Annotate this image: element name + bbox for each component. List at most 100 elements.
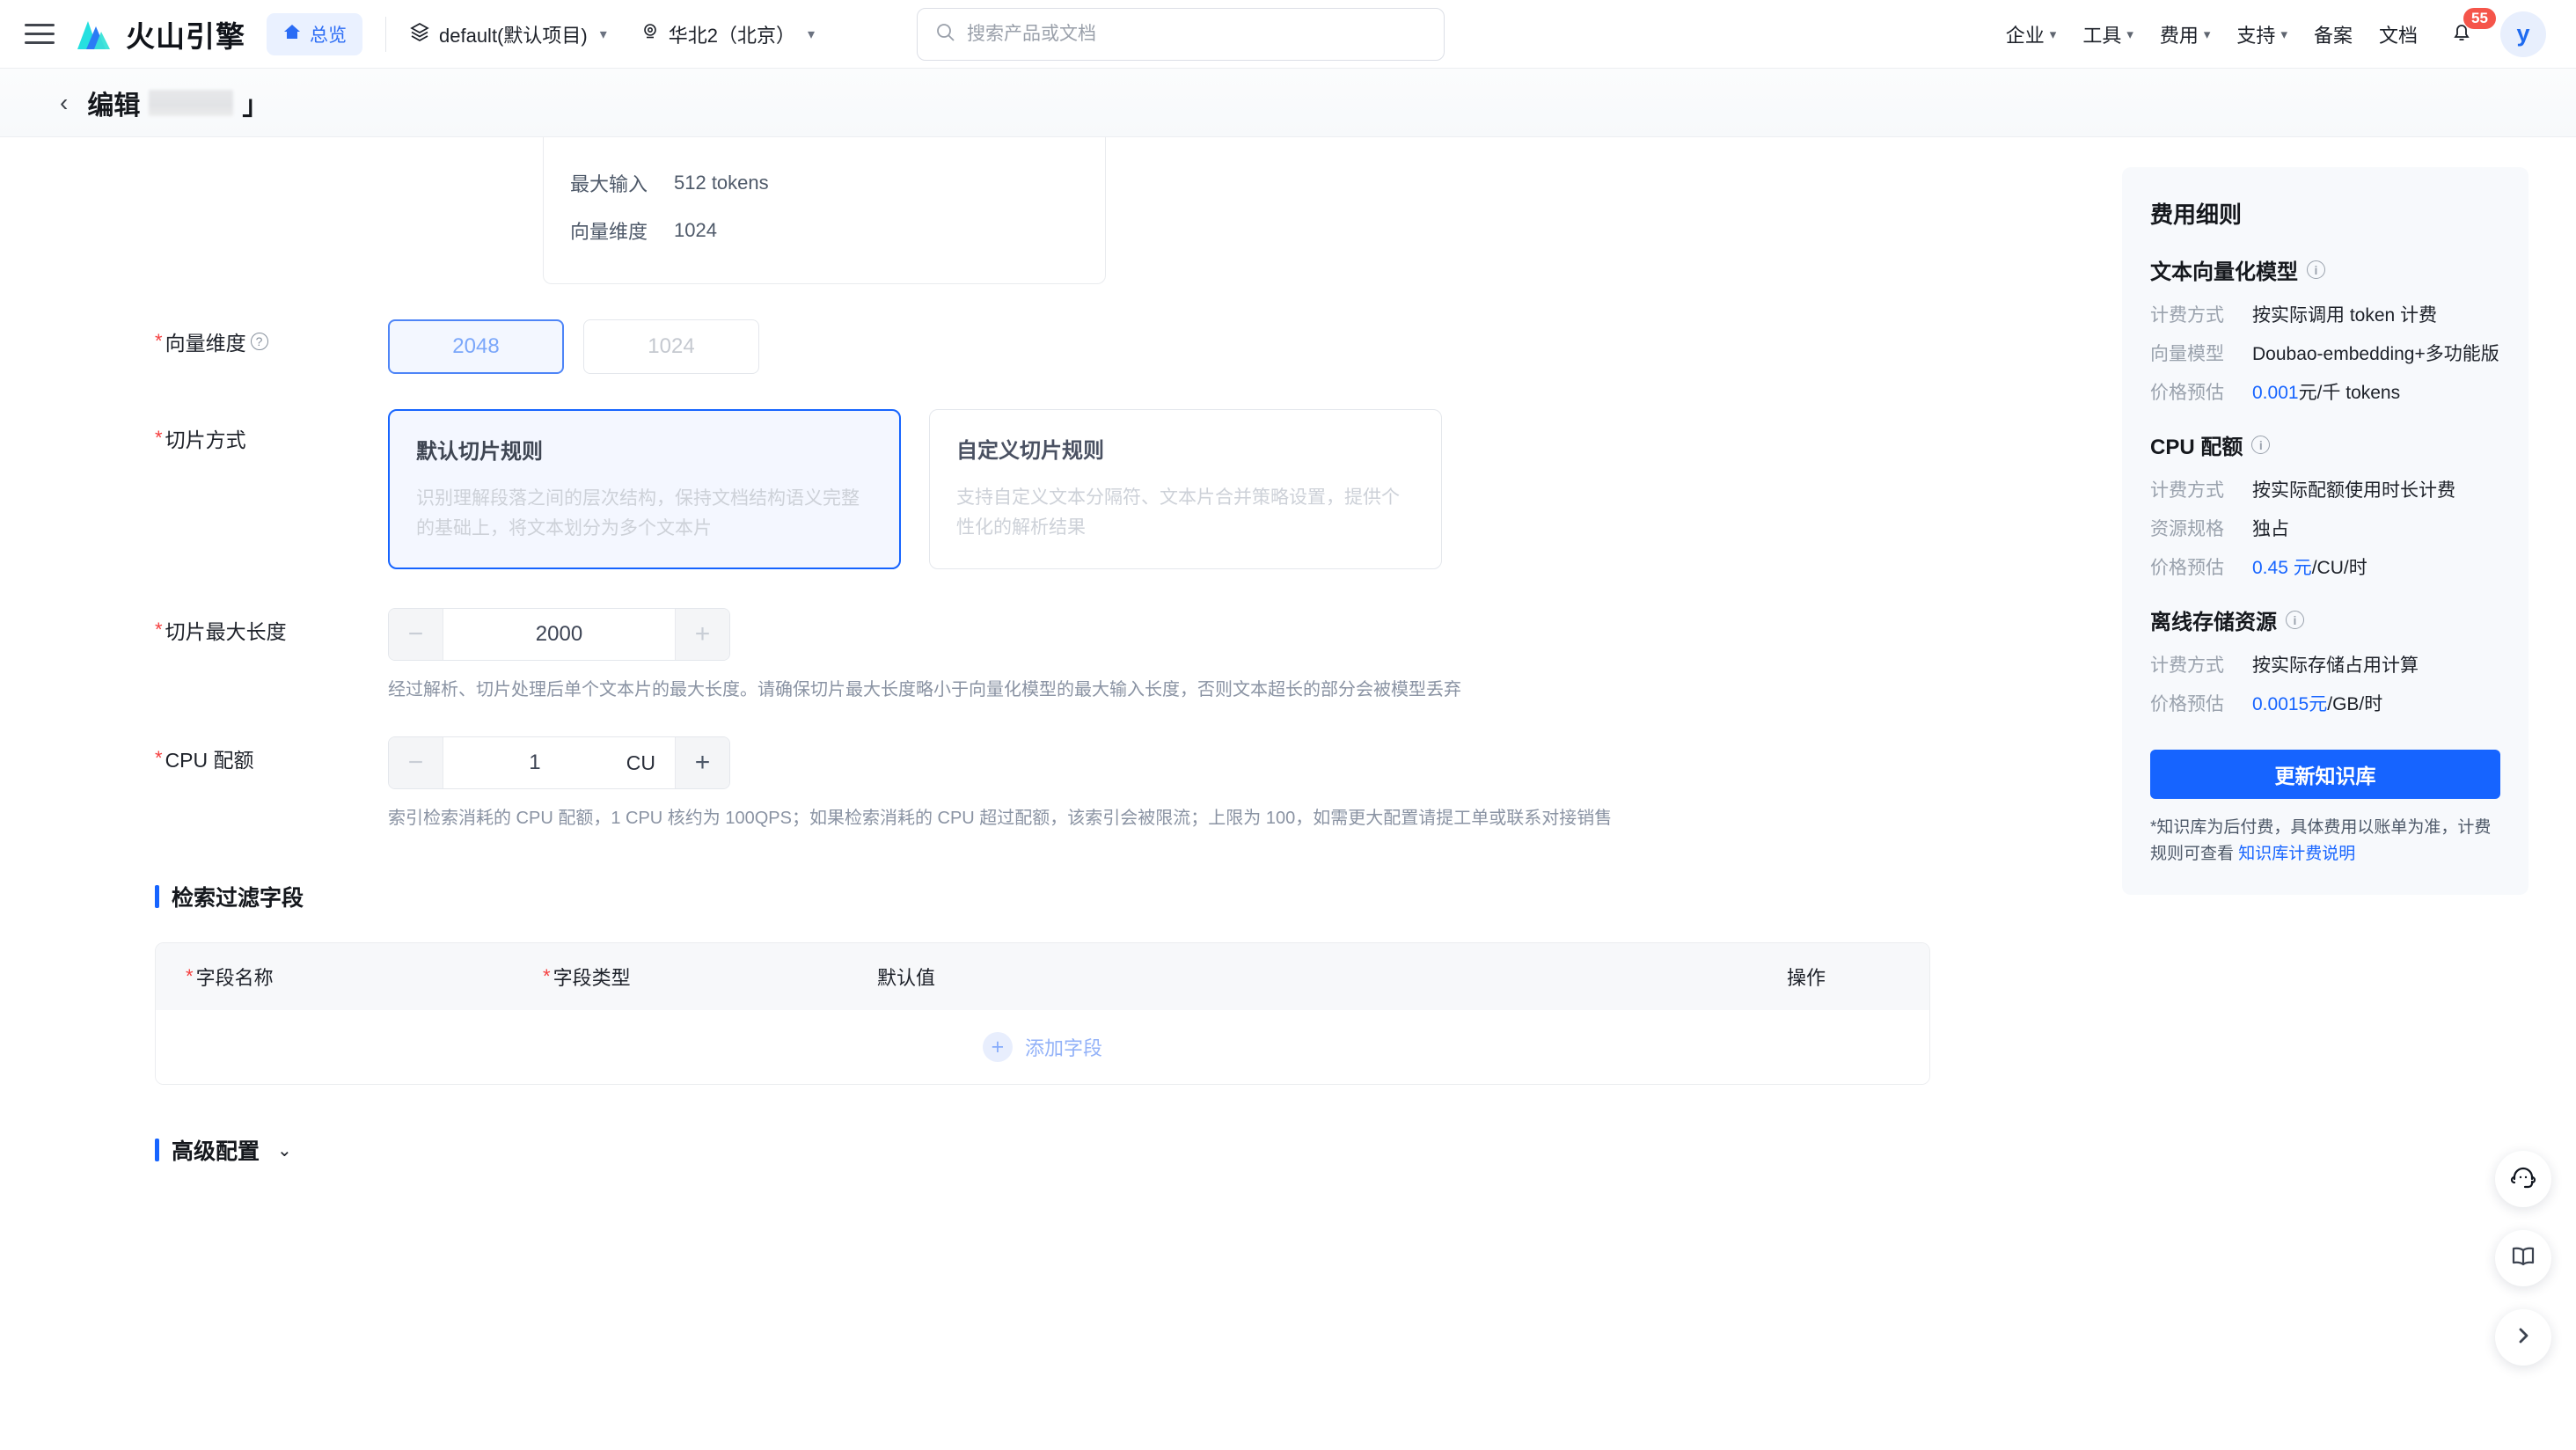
pricing-row: 计费方式 按实际存储占用计算 [2150,651,2500,677]
pricing-footnote: *知识库为后付费，具体费用以账单为准，计费规则可查看 知识库计费说明 [2150,815,2500,868]
chunk-method-label: * 切片方式 [155,409,388,453]
volcengine-logo-icon [74,16,114,53]
section-accent-bar [155,885,159,908]
cpu-quota-control: − 1 CU + 索引检索消耗的 CPU 配额，1 CPU 核约为 100QPS… [388,736,1612,831]
chevron-down-icon: ▾ [2280,26,2287,42]
chunk-card-title: 默认切片规则 [416,440,543,464]
price-unit: 元/千 tokens [2298,383,2401,403]
help-question-icon[interactable]: ? [250,333,268,350]
nav-link-enterprise[interactable]: 企业 ▾ [2006,20,2057,48]
project-selector[interactable]: default(默认项目) ▾ [409,20,607,48]
required-asterisk: * [155,330,163,352]
pricing-row-value: 独占 [2252,519,2289,539]
cpu-quota-value[interactable]: 1 [443,751,626,775]
region-selector[interactable]: 华北2（北京） ▾ [640,20,815,48]
pricing-row-value: 0.0015元/GB/时 [2252,690,2382,716]
project-label: default(默认项目) [439,24,588,47]
page-body: 最大输入 512 tokens 向量维度 1024 * 向量维度 ? 2048 … [0,137,2576,1450]
group-heading-text: 离线存储资源 [2150,611,2277,634]
cpu-quota-increment-button[interactable]: + [675,737,729,788]
overview-label: 总览 [310,25,347,46]
model-info-key: 最大输入 [570,173,648,195]
chunk-max-length-control: − 2000 + 经过解析、切片处理后单个文本片的最大长度。请确保切片最大长度略… [388,608,1461,703]
chunk-length-value[interactable]: 2000 [443,609,675,660]
back-button[interactable]: ‹ [60,90,68,115]
group-heading-text: CPU 配额 [2150,436,2243,459]
price-amount: 0.001 [2252,383,2299,403]
info-icon[interactable]: i [2251,436,2271,454]
notifications-button[interactable]: 55 [2449,8,2496,48]
table-header-row: * 字段名称 * 字段类型 默认值 操作 [156,943,1929,1010]
pricing-group-heading-cpu: CPU 配额 i [2150,429,2500,460]
required-asterisk: * [543,965,551,987]
cpu-quota-stepper[interactable]: − 1 CU + [388,736,730,789]
table-header-field-type: * 字段类型 [543,963,877,991]
home-icon [282,22,302,47]
search-input[interactable] [967,23,1427,45]
vector-dimension-option-2048[interactable]: 2048 [388,319,564,374]
book-icon [2509,1242,2537,1275]
chunk-method-row: * 切片方式 默认切片规则 识别理解段落之间的层次结构，保持文档结构语义完整的基… [155,409,2069,569]
column-label: 字段名称 [195,967,274,989]
documentation-button[interactable] [2495,1230,2551,1286]
nav-link-support[interactable]: 支持 ▾ [2236,20,2287,48]
section-title-text: 高级配置 [172,1139,260,1164]
pricing-row-estimate: 价格预估 0.001元/千 tokens [2150,378,2500,405]
embedding-model-info-card: 最大输入 512 tokens 向量维度 1024 [543,137,1106,284]
floating-action-buttons [2495,1151,2551,1366]
model-info-value: 1024 [674,219,717,241]
price-unit: /GB/时 [2327,694,2383,714]
chunk-length-increment-button[interactable]: + [675,609,729,660]
chevron-down-icon[interactable]: ⌄ [277,1139,292,1161]
nav-link-label: 备案 [2313,24,2353,47]
pricing-row-value: 按实际配额使用时长计费 [2252,480,2455,501]
nav-link-docs[interactable]: 文档 [2379,20,2418,48]
chunk-length-hint: 经过解析、切片处理后单个文本片的最大长度。请确保切片最大长度略小于向量化模型的最… [388,680,1461,699]
group-heading-text: 文本向量化模型 [2150,260,2298,284]
chunk-method-card-custom[interactable]: 自定义切片规则 支持自定义文本分隔符、文本片合并策略设置，提供个性化的解析结果 [929,409,1442,569]
nav-link-label: 支持 [2236,24,2276,47]
nav-link-tools[interactable]: 工具 ▾ [2082,20,2133,48]
pricing-row-key: 价格预估 [2150,558,2224,578]
pricing-group-heading-storage: 离线存储资源 i [2150,604,2500,635]
cpu-quota-value-wrap[interactable]: 1 CU [443,737,675,788]
search-box[interactable] [917,7,1445,61]
nav-link-label: 工具 [2082,24,2122,47]
chevron-down-icon: ▾ [599,26,607,42]
pricing-doc-link[interactable]: 知识库计费说明 [2238,845,2355,863]
collapse-panel-button[interactable] [2495,1309,2551,1366]
chunk-method-card-default[interactable]: 默认切片规则 识别理解段落之间的层次结构，保持文档结构语义完整的基础上，将文本划… [388,409,901,569]
advanced-config-section-title[interactable]: 高级配置 ⌄ [155,1134,2069,1166]
label-text: 切片最大长度 [165,620,287,643]
cpu-quota-decrement-button: − [389,737,443,788]
chunk-max-length-row: * 切片最大长度 − 2000 + 经过解析、切片处理后单个文本片的最大长度。请… [155,608,2069,703]
chevron-down-icon: ▾ [2049,26,2057,42]
page-title: 编辑 」 [87,84,268,122]
info-icon[interactable]: i [2286,611,2304,629]
section-accent-bar [155,1139,159,1161]
pricing-row-value: 0.45 元/CU/时 [2252,553,2367,580]
column-label: 默认值 [877,967,936,989]
column-label: 操作 [1786,967,1826,989]
update-knowledge-base-button[interactable]: 更新知识库 [2150,750,2500,799]
vector-dimension-options: 2048 1024 [388,319,759,374]
cpu-quota-unit: CU [626,751,655,774]
info-icon[interactable]: i [2307,260,2325,279]
add-field-button[interactable]: + 添加字段 [982,1032,1102,1062]
chunk-length-decrement-button[interactable]: − [389,609,443,660]
label-text: 向量维度 [165,332,246,355]
avatar[interactable]: y [2500,11,2546,57]
pricing-sidebar-title: 费用细则 [2150,201,2243,228]
chevron-down-icon: ▾ [2126,26,2133,42]
hamburger-menu-icon[interactable] [25,23,55,46]
nav-link-billing[interactable]: 费用 ▾ [2160,20,2211,48]
pricing-row: 计费方式 按实际调用 token 计费 [2150,301,2500,327]
chunk-max-length-stepper[interactable]: − 2000 + [388,608,730,661]
pricing-sidebar: 费用细则 文本向量化模型 i 计费方式 按实际调用 token 计费 向量模型 … [2122,167,2528,895]
brand-logo-group[interactable]: 火山引擎 [74,13,245,55]
pricing-row-key: 价格预估 [2150,694,2224,714]
customer-support-button[interactable] [2495,1151,2551,1207]
overview-button[interactable]: 总览 [267,12,362,55]
table-header-field-name: * 字段名称 [156,963,543,991]
nav-link-icp[interactable]: 备案 [2314,20,2353,48]
